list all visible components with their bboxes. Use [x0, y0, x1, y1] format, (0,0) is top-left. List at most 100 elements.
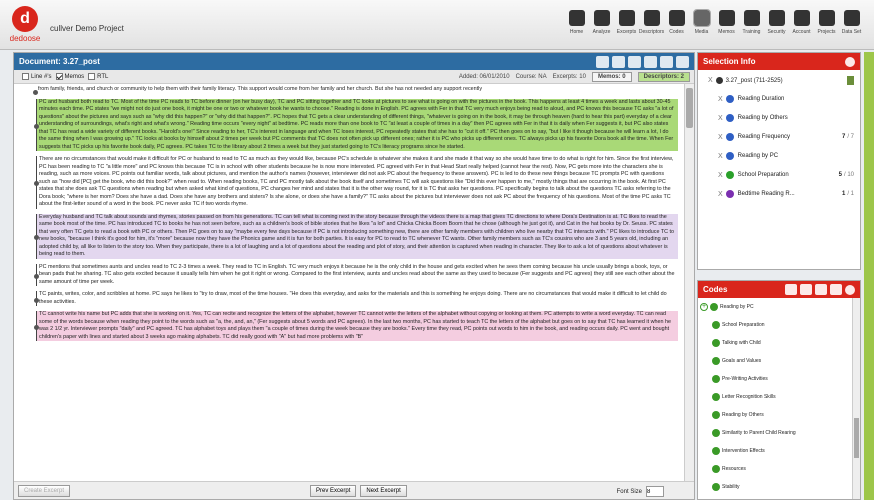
- toolbar-memos-button[interactable]: Memos: [714, 10, 739, 35]
- excerpt-paragraph[interactable]: PC and husband both read to TC. Most of …: [34, 98, 678, 151]
- code-item[interactable]: Intervention Effects: [698, 442, 860, 460]
- selected-excerpt-label: 3.27_post (711-2525): [725, 77, 783, 84]
- remove-icon[interactable]: X: [718, 191, 723, 198]
- sort-alpha-icon[interactable]: [800, 284, 812, 295]
- toolbar-analyze-button[interactable]: Analyze: [589, 10, 614, 35]
- close-icon[interactable]: [845, 56, 855, 67]
- code-dot-icon: [725, 114, 734, 122]
- applied-code[interactable]: X Reading Duration: [718, 94, 860, 104]
- memos-checkbox[interactable]: [55, 73, 63, 80]
- add-code-icon[interactable]: [830, 284, 842, 295]
- toolbar-label: Projects: [817, 29, 836, 35]
- create-excerpt-button[interactable]: Create Excerpt: [18, 484, 71, 497]
- toolbar-training-button[interactable]: Training: [739, 10, 764, 35]
- excerpt-paragraph[interactable]: TC cannot write his name but PC adds tha…: [34, 311, 678, 341]
- toolbar-excerpts-button[interactable]: Excerpts: [614, 10, 639, 35]
- toolbar-label: Account: [792, 29, 811, 35]
- excerpt-paragraph[interactable]: There are no circumstances that would ma…: [34, 156, 678, 209]
- dedoose-logo: d dedoose: [8, 6, 42, 46]
- remove-icon[interactable]: X: [718, 172, 723, 179]
- code-item[interactable]: Pre-Writing Activities: [698, 370, 860, 388]
- toolbar-security-button[interactable]: Security: [764, 10, 789, 35]
- line-numbers-checkbox[interactable]: [22, 73, 29, 80]
- sort-icon[interactable]: [785, 284, 797, 295]
- excerpt-paragraph[interactable]: PC mentions that sometimes aunts and unc…: [34, 263, 678, 286]
- document-title: Document: 3.27_post: [19, 57, 100, 66]
- code-weight[interactable]: 7/ 7: [842, 134, 854, 140]
- expand-icon[interactable]: +: [700, 303, 708, 311]
- rtl-checkbox[interactable]: [88, 73, 96, 80]
- code-dot-icon: [712, 339, 720, 347]
- settings-icon[interactable]: [628, 55, 641, 68]
- toolbar-label: Security: [767, 29, 786, 35]
- remove-icon[interactable]: X: [708, 77, 713, 84]
- code-item[interactable]: Talking with Child: [698, 334, 860, 352]
- close-icon[interactable]: [845, 284, 855, 295]
- code-weight[interactable]: 5/ 10: [839, 172, 854, 178]
- bar-chart-icon: [593, 10, 610, 26]
- code-item[interactable]: Stability: [698, 478, 860, 496]
- toolbar-data-set-button[interactable]: Data Set: [839, 10, 864, 35]
- next-arrow-icon[interactable]: [660, 55, 673, 68]
- excerpt-paragraph[interactable]: Everyday husband and TC talk about sound…: [34, 213, 678, 259]
- weight-max: / 10: [843, 172, 854, 178]
- top-bar: d dedoose cullver Demo Project Home Analy…: [0, 0, 874, 50]
- next-excerpt-button[interactable]: Next Excerpt: [360, 484, 407, 497]
- code-dot-icon: [725, 171, 734, 179]
- toolbar-projects-button[interactable]: Projects: [814, 10, 839, 35]
- applied-code[interactable]: X Reading by PC: [718, 151, 860, 161]
- codes-title: Codes: [703, 285, 728, 294]
- document-scrollbar[interactable]: [684, 84, 694, 481]
- side-tab-strip[interactable]: [864, 52, 874, 500]
- document-panel: Document: 3.27_post Line #'s Memos RTL A…: [13, 52, 695, 500]
- remove-icon[interactable]: X: [718, 115, 723, 122]
- codes-header: Codes: [698, 281, 860, 298]
- remove-icon[interactable]: X: [718, 96, 723, 103]
- scrollbar-thumb[interactable]: [686, 88, 693, 128]
- scrollbar-thumb[interactable]: [854, 418, 859, 458]
- code-item[interactable]: Letter Recognition Skills: [698, 388, 860, 406]
- document-view-icon[interactable]: [676, 55, 689, 68]
- applied-code[interactable]: X Reading Frequency 7/ 7: [718, 132, 860, 142]
- code-item[interactable]: Similarity to Parent Child Rearing: [698, 424, 860, 442]
- code-weight[interactable]: 1/ 1: [842, 191, 854, 197]
- descriptors-tab[interactable]: Descriptors: 2: [637, 71, 690, 82]
- applied-code[interactable]: X Reading by Others: [718, 113, 860, 123]
- document-text[interactable]: from family, friends, and church or comm…: [14, 84, 684, 481]
- toolbar-home-button[interactable]: Home: [564, 10, 589, 35]
- code-dot-icon: [725, 95, 734, 103]
- font-size-input[interactable]: [646, 486, 664, 497]
- toolbar-media-button[interactable]: Media: [689, 9, 714, 35]
- code-label: Intervention Effects: [722, 448, 765, 454]
- remove-icon[interactable]: X: [718, 153, 723, 160]
- toolbar-codes-button[interactable]: Codes: [664, 10, 689, 35]
- export-icon[interactable]: [815, 284, 827, 295]
- toolbar-label: Data Set: [841, 29, 862, 35]
- code-item[interactable]: School Preparation: [698, 316, 860, 334]
- toolbar-account-button[interactable]: Account: [789, 10, 814, 35]
- memos-tab[interactable]: Memos: 0: [591, 71, 632, 82]
- main-toolbar: Home Analyze Excerpts Descriptors Codes Media…: [564, 9, 864, 35]
- code-item[interactable]: + Reading by PC: [698, 298, 860, 316]
- applied-code[interactable]: X Bedtime Reading R... 1/ 1: [718, 189, 860, 199]
- codes-scrollbar[interactable]: [852, 298, 860, 499]
- code-label: Goals and Values: [722, 358, 762, 364]
- weight-max: / 7: [847, 134, 854, 140]
- toolbar-label: Home: [569, 29, 584, 35]
- code-item[interactable]: Reading by Others: [698, 406, 860, 424]
- code-item[interactable]: Resources: [698, 460, 860, 478]
- remove-icon[interactable]: X: [718, 134, 723, 141]
- media-icon: [692, 9, 711, 27]
- code-label: School Preparation: [722, 322, 765, 328]
- selected-excerpt[interactable]: X 3.27_post (711-2525): [708, 76, 860, 85]
- applied-code[interactable]: X School Preparation 5/ 10: [718, 170, 860, 180]
- memo-icon[interactable]: [847, 76, 854, 85]
- logo-mark-icon: d: [12, 6, 38, 32]
- excerpt-paragraph[interactable]: TC paints, writes, color, and scribbles …: [34, 291, 678, 306]
- export-icon[interactable]: [612, 55, 625, 68]
- prev-arrow-icon[interactable]: [644, 55, 657, 68]
- search-icon[interactable]: [596, 55, 609, 68]
- prev-excerpt-button[interactable]: Prev Excerpt: [310, 484, 357, 497]
- code-item[interactable]: Goals and Values: [698, 352, 860, 370]
- toolbar-descriptors-button[interactable]: Descriptors: [639, 10, 664, 35]
